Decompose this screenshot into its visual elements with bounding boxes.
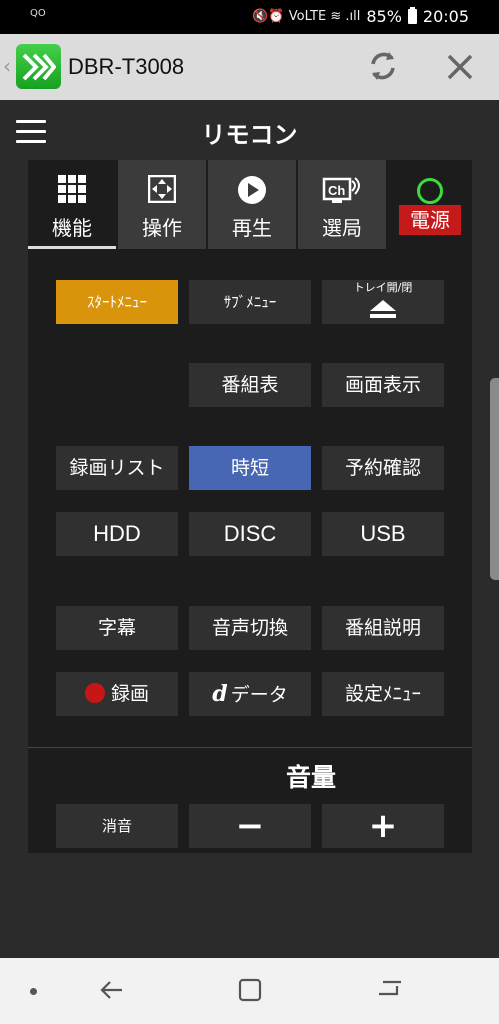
program-guide-button[interactable]: 番組表 (189, 363, 311, 407)
power-button[interactable]: 電源 (388, 160, 472, 249)
nav-dot-icon[interactable] (30, 988, 37, 995)
hdd-button[interactable]: HDD (56, 512, 178, 556)
power-label: 電源 (399, 205, 461, 235)
program-info-button[interactable]: 番組説明 (322, 606, 444, 650)
data-label: データ (230, 684, 288, 706)
app-bar: ‹ DBR-T3008 (0, 34, 499, 100)
grid-icon (58, 175, 86, 203)
notification-icon: QO (30, 8, 46, 19)
app-logo-icon (16, 44, 61, 89)
record-label: 録画 (110, 683, 149, 705)
status-right: 🔇⏰ VoLTE ≋ .ıll 85% 20:05 (252, 7, 469, 26)
tab-label: 再生 (232, 216, 272, 240)
channel-icon: Ch (322, 177, 360, 203)
usb-button[interactable]: USB (322, 512, 444, 556)
volume-down-button[interactable]: − (189, 804, 311, 848)
battery-icon (407, 7, 417, 24)
scrollbar[interactable] (490, 378, 499, 580)
tab-function[interactable]: 機能 (28, 160, 116, 249)
volume-up-button[interactable]: + (322, 804, 444, 848)
record-dot-icon (84, 682, 105, 703)
divider (28, 747, 472, 748)
tray-label: トレイ開/閉 (353, 281, 413, 294)
d-data-icon: d (212, 681, 228, 707)
reservation-check-button[interactable]: 予約確認 (322, 446, 444, 490)
recent-apps-icon[interactable] (238, 978, 262, 1002)
remote-panel: 機能 操作 再生 Ch 選局 電源 ｽﾀｰﾄﾒﾆｭｰ ｻﾌﾞﾒﾆｭｰ トレイ開/… (28, 160, 472, 853)
record-button[interactable]: 録画 (56, 672, 178, 716)
volume-label: 音量 (286, 763, 337, 792)
signal-icons: 🔇⏰ VoLTE ≋ .ıll (252, 9, 361, 24)
tab-label: 機能 (52, 216, 92, 240)
system-nav-bar (0, 958, 499, 1024)
back-arrow-icon[interactable] (98, 976, 126, 1004)
jitan-button[interactable]: 時短 (189, 446, 311, 490)
refresh-icon[interactable] (365, 48, 401, 84)
clock: 20:05 (422, 7, 469, 26)
audio-switch-button[interactable]: 音声切換 (189, 606, 311, 650)
tray-open-close-button[interactable]: トレイ開/閉 (322, 280, 444, 324)
mute-button[interactable]: 消音 (56, 804, 178, 848)
play-icon (238, 176, 266, 204)
screen-display-button[interactable]: 画面表示 (322, 363, 444, 407)
tab-label: 操作 (142, 216, 182, 240)
start-menu-button[interactable]: ｽﾀｰﾄﾒﾆｭｰ (56, 280, 178, 324)
status-bar: QO 🔇⏰ VoLTE ≋ .ıll 85% 20:05 (0, 0, 499, 34)
sub-menu-button[interactable]: ｻﾌﾞﾒﾆｭｰ (189, 280, 311, 324)
tab-operation[interactable]: 操作 (118, 160, 206, 249)
back-chevron-icon[interactable]: ‹ (3, 54, 11, 78)
disc-button[interactable]: DISC (189, 512, 311, 556)
dpad-icon (148, 175, 176, 203)
subtitles-button[interactable]: 字幕 (56, 606, 178, 650)
battery-percent: 85% (366, 7, 402, 26)
app-title: DBR-T3008 (68, 54, 185, 79)
settings-menu-button[interactable]: 設定ﾒﾆｭｰ (322, 672, 444, 716)
tab-label: 選局 (322, 216, 362, 240)
eject-icon (370, 300, 396, 318)
tab-playback[interactable]: 再生 (208, 160, 296, 249)
recording-list-button[interactable]: 録画リスト (56, 446, 178, 490)
close-icon[interactable] (443, 50, 477, 84)
power-indicator-icon (417, 178, 443, 204)
page-title: リモコン (201, 121, 298, 149)
data-button[interactable]: d データ (189, 672, 311, 716)
switch-icon[interactable] (375, 976, 405, 1004)
tab-channel[interactable]: Ch 選局 (298, 160, 386, 249)
svg-text:Ch: Ch (328, 183, 345, 198)
